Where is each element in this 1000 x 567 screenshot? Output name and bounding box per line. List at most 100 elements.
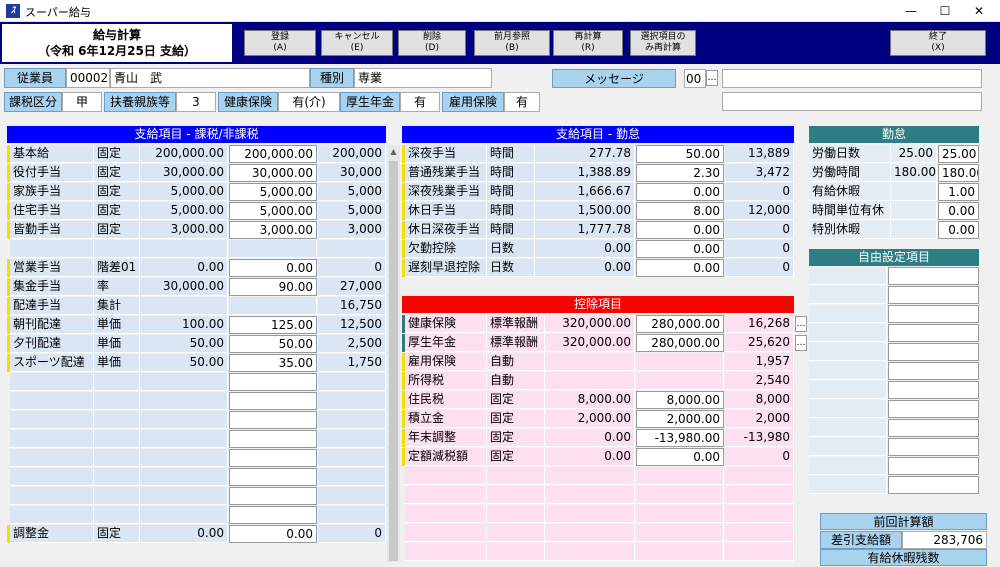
free-item-value[interactable] <box>888 381 979 399</box>
tax-class-field[interactable]: 甲 <box>62 92 102 112</box>
ded-item-input[interactable]: 280,000.00 <box>636 315 724 333</box>
minimize-icon[interactable]: — <box>894 0 928 22</box>
pay-item-rate: 50.00 <box>140 335 228 353</box>
pay-item-method: 固定 <box>94 183 140 201</box>
free-item-value[interactable] <box>888 324 979 342</box>
message-code-field[interactable]: 00 <box>684 69 706 88</box>
free-item-value[interactable] <box>888 476 979 494</box>
pay-item-input[interactable]: 3,000.00 <box>229 221 317 239</box>
payments-scrollbar[interactable]: ▲ <box>387 145 400 562</box>
attendance-item-input[interactable]: 1.00 <box>938 183 979 201</box>
ded-item-name <box>405 467 487 485</box>
health-insurance-detail-button[interactable]: … <box>795 316 807 332</box>
ded-item-input[interactable]: 0.00 <box>636 448 724 466</box>
ded-item-input[interactable]: -13,980.00 <box>636 429 724 447</box>
message-field-2[interactable] <box>722 92 982 111</box>
scroll-thumb[interactable] <box>389 161 398 561</box>
row-marker <box>7 164 10 182</box>
pay-item-input[interactable] <box>229 468 317 486</box>
free-item-value[interactable] <box>888 438 979 456</box>
pay-item-input[interactable] <box>229 392 317 410</box>
pay-item-input[interactable] <box>229 373 317 391</box>
attendance-item-input[interactable]: 180.00 <box>938 164 979 182</box>
pay-item-input[interactable] <box>229 506 317 524</box>
pay-item-amount: 27,000 <box>318 278 386 296</box>
work-item-input[interactable]: 50.00 <box>636 145 724 163</box>
work-item-input[interactable]: 0.00 <box>636 240 724 258</box>
free-item-value[interactable] <box>888 362 979 380</box>
free-item-value[interactable] <box>888 343 979 361</box>
tax-class-label: 課税区分 <box>4 92 62 112</box>
work-item-input[interactable]: 0.00 <box>636 221 724 239</box>
pay-item-input[interactable]: 30,000.00 <box>229 164 317 182</box>
employment-insurance-field[interactable]: 有 <box>504 92 540 112</box>
work-item-input[interactable]: 0.00 <box>636 259 724 277</box>
scroll-up-icon[interactable]: ▲ <box>387 145 400 159</box>
pay-item-input[interactable]: 90.00 <box>229 278 317 296</box>
ded-item-input[interactable]: 2,000.00 <box>636 410 724 428</box>
pay-item-input[interactable]: 5,000.00 <box>229 202 317 220</box>
register-button[interactable]: 登録 (A) <box>244 30 316 56</box>
recalc-button[interactable]: 再計算 (R) <box>553 30 623 56</box>
work-item-input[interactable]: 0.00 <box>636 183 724 201</box>
pay-item-input[interactable]: 200,000.00 <box>229 145 317 163</box>
pay-item-input[interactable]: 35.00 <box>229 354 317 372</box>
pay-item-input[interactable] <box>229 430 317 448</box>
work-item-unit: 日数 <box>487 240 535 258</box>
row-marker <box>7 145 10 163</box>
message-field[interactable] <box>722 69 982 88</box>
maximize-icon[interactable]: ☐ <box>928 0 962 22</box>
delete-button[interactable]: 削除 (D) <box>398 30 466 56</box>
attendance-item-name: 時間単位有休 <box>809 202 891 220</box>
pay-item-input[interactable] <box>229 449 317 467</box>
ded-item-input[interactable]: 8,000.00 <box>636 391 724 409</box>
pension-field[interactable]: 有 <box>400 92 440 112</box>
selrecalc-button[interactable]: 選択項目の み再計算 <box>630 30 696 56</box>
pay-item-input[interactable]: 125.00 <box>229 316 317 334</box>
message-lookup-button[interactable]: … <box>706 70 718 86</box>
free-item-value[interactable] <box>888 267 979 285</box>
pay-item-input[interactable]: 0.00 <box>229 525 317 543</box>
attendance-item-input[interactable]: 0.00 <box>938 202 979 220</box>
pay-item-amount <box>318 411 386 429</box>
pay-item-input[interactable]: 50.00 <box>229 335 317 353</box>
pay-item-input[interactable] <box>229 411 317 429</box>
employee-code-field[interactable]: 00002 <box>66 68 110 88</box>
row-marker <box>7 297 10 315</box>
attendance-item-input[interactable]: 0.00 <box>938 221 979 239</box>
pay-item-rate: 200,000.00 <box>140 145 228 163</box>
health-insurance-field[interactable]: 有(介) <box>278 92 340 112</box>
pay-item-rate <box>140 449 228 467</box>
exit-button[interactable]: 終了 (X) <box>890 30 986 56</box>
free-item-value[interactable] <box>888 400 979 418</box>
prevmonth-button[interactable]: 前月参照 (B) <box>474 30 550 56</box>
pay-item-input[interactable]: 0.00 <box>229 259 317 277</box>
pension-detail-button[interactable]: … <box>795 335 807 351</box>
button-shortcut: (B) <box>505 43 519 53</box>
work-item-input[interactable]: 2.30 <box>636 164 724 182</box>
close-icon[interactable]: ✕ <box>962 0 996 22</box>
ded-item-name: 住民税 <box>405 391 487 409</box>
free-item-value[interactable] <box>888 457 979 475</box>
ded-item-name: 厚生年金 <box>405 334 487 352</box>
pay-item-method: 率 <box>94 278 140 296</box>
free-item-value[interactable] <box>888 419 979 437</box>
pay-item-input[interactable] <box>229 487 317 505</box>
work-item-input[interactable]: 8.00 <box>636 202 724 220</box>
pay-item-amount <box>318 487 386 505</box>
pay-item-name: 朝刊配達 <box>10 316 94 334</box>
ded-item-input[interactable]: 280,000.00 <box>636 334 724 352</box>
pay-item-input[interactable]: 5,000.00 <box>229 183 317 201</box>
attendance-item-input[interactable]: 25.00 <box>938 145 979 163</box>
row-marker <box>402 353 405 371</box>
employee-name-field[interactable]: 青山 武 <box>110 68 310 88</box>
free-item-value[interactable] <box>888 286 979 304</box>
payment-date: （令和 6年12月25日 支給） <box>37 44 197 58</box>
cancel-button[interactable]: キャンセル (E) <box>321 30 393 56</box>
type-field[interactable]: 専業 <box>354 68 492 88</box>
button-label: 前月参照 <box>493 32 530 42</box>
pay-item-name <box>10 411 94 429</box>
pay-item-input <box>229 240 317 258</box>
dependents-field[interactable]: 3 <box>176 92 216 112</box>
free-item-value[interactable] <box>888 305 979 323</box>
